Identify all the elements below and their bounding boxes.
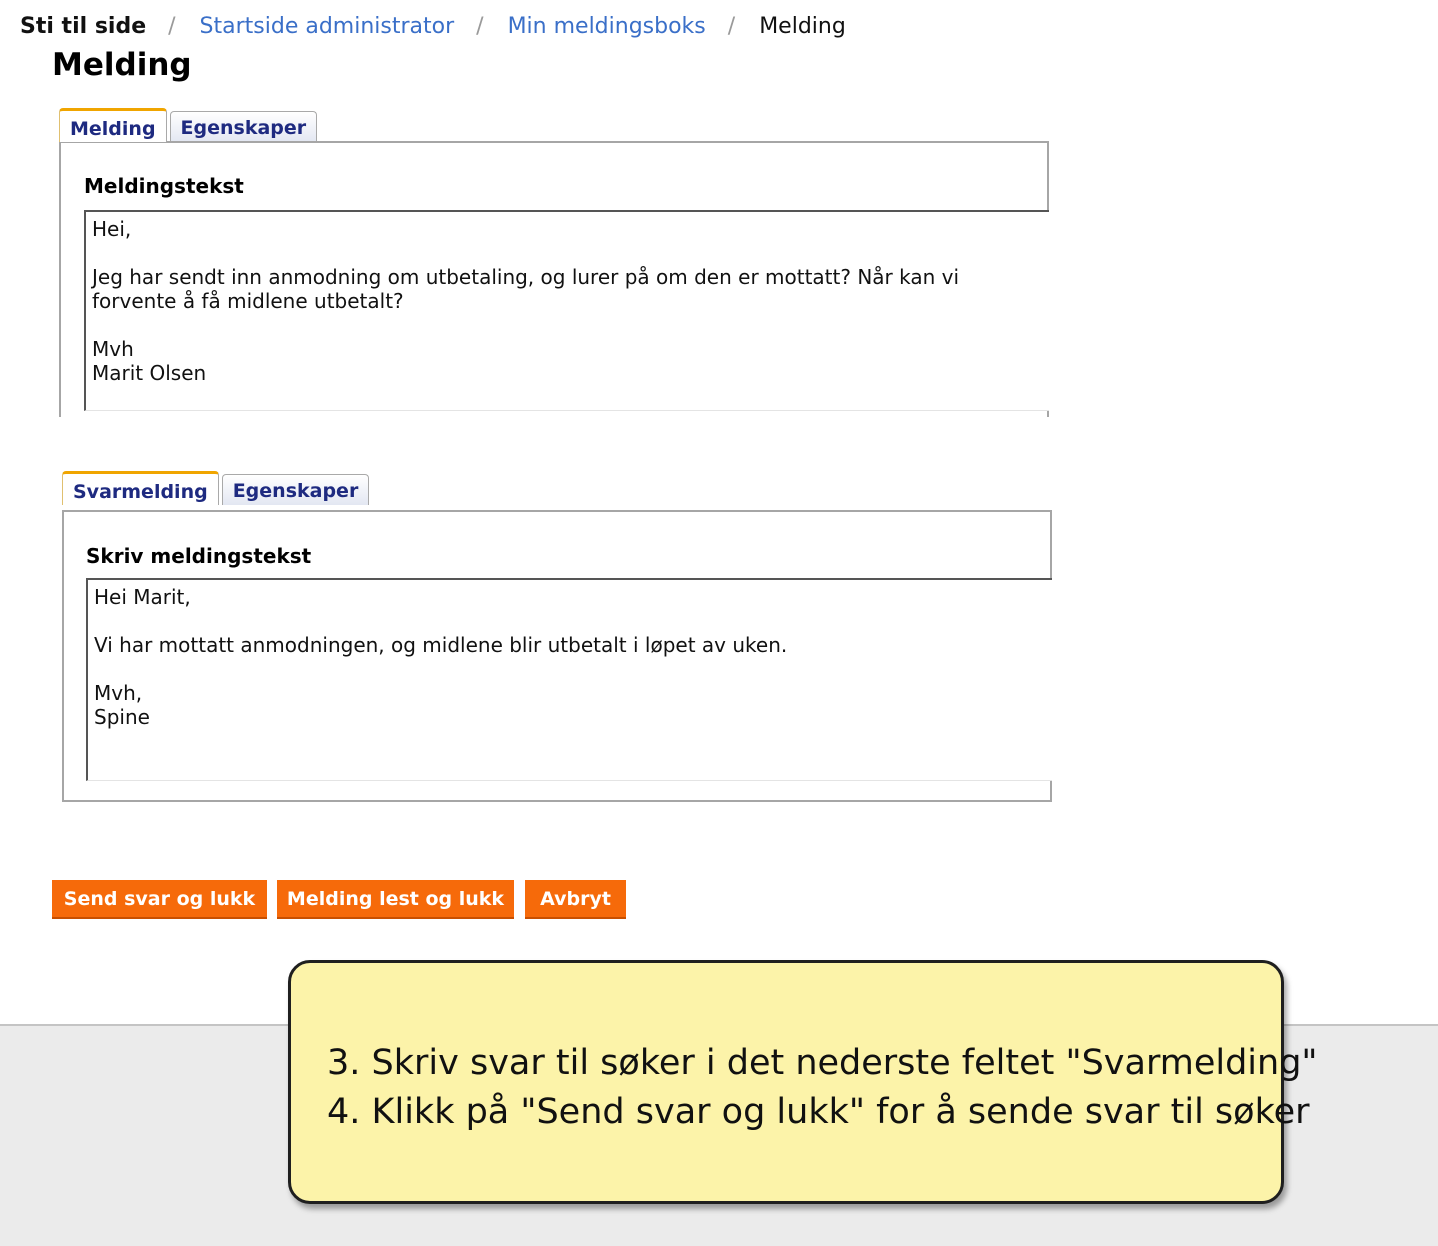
breadcrumb-separator: / bbox=[168, 14, 176, 39]
cancel-button[interactable]: Avbryt bbox=[525, 880, 626, 917]
breadcrumb-label: Sti til side bbox=[20, 14, 147, 39]
mark-read-close-button[interactable]: Melding lest og lukk bbox=[277, 880, 514, 917]
callout-step-4: 4. Klikk på "Send svar og lukk" for å se… bbox=[327, 1092, 1310, 1132]
tab-egenskaper-reply[interactable]: Egenskaper bbox=[221, 474, 370, 505]
reply-textarea[interactable]: Hei Marit, Vi har mottatt anmodningen, o… bbox=[86, 578, 1052, 781]
breadcrumb-current: Melding bbox=[759, 14, 846, 39]
breadcrumb-link-startside[interactable]: Startside administrator bbox=[200, 14, 455, 39]
page-title: Melding bbox=[52, 47, 192, 83]
callout-step-3: 3. Skriv svar til søker i det nederste f… bbox=[327, 1043, 1318, 1083]
breadcrumb-link-meldingsboks[interactable]: Min meldingsboks bbox=[508, 14, 706, 39]
breadcrumb-separator: / bbox=[476, 14, 484, 39]
tab-egenskaper[interactable]: Egenskaper bbox=[169, 111, 318, 142]
received-panel: Meldingstekst Hei, Jeg har sendt inn anm… bbox=[59, 141, 1049, 417]
reply-panel: Skriv meldingstekst Hei Marit, Vi har mo… bbox=[62, 510, 1052, 802]
reply-tabs: Svarmelding Egenskaper bbox=[62, 471, 372, 505]
received-tabs: Melding Egenskaper bbox=[59, 108, 320, 142]
breadcrumb: Sti til side / Startside administrator / Min… bbox=[20, 14, 846, 39]
reply-heading: Skriv meldingstekst bbox=[86, 544, 312, 568]
instruction-callout: 3. Skriv svar til søker i det nederste f… bbox=[288, 960, 1318, 1204]
send-reply-close-button[interactable]: Send svar og lukk bbox=[52, 880, 267, 917]
breadcrumb-separator: / bbox=[727, 14, 736, 39]
received-heading: Meldingstekst bbox=[84, 174, 244, 198]
received-message-text: Hei, Jeg har sendt inn anmodning om utbe… bbox=[84, 210, 1049, 411]
tab-svarmelding[interactable]: Svarmelding bbox=[62, 471, 219, 505]
tab-melding[interactable]: Melding bbox=[59, 108, 167, 142]
